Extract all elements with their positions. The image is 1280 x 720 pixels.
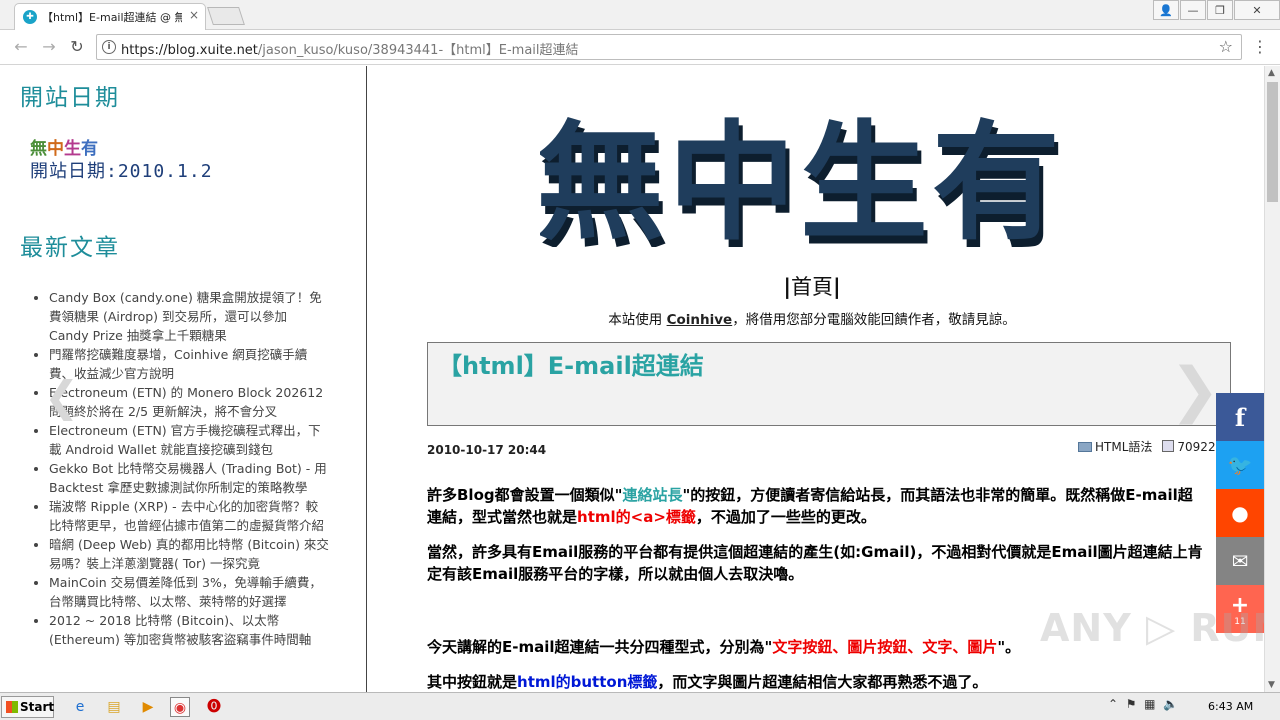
windows-taskbar: Start e ▤ ▶ ◉ ⓿ ⌃ ⚑ ▦ 🔈 6:43 AM xyxy=(0,692,1280,720)
volume-icon[interactable]: 🔈 xyxy=(1163,697,1178,711)
vertical-scrollbar[interactable]: ▲ ▼ xyxy=(1264,66,1280,692)
post-meta: HTML語法 70922 xyxy=(1078,438,1216,455)
user-profile-icon[interactable]: 👤 xyxy=(1153,0,1179,20)
email-share-button[interactable]: ✉ xyxy=(1216,537,1264,585)
tray-expand-icon[interactable]: ⌃ xyxy=(1108,697,1118,711)
start-button[interactable]: Start xyxy=(1,696,54,718)
blog-sidebar: 開站日期 無中生有 開站日期:2010.1.2 最新文章 Candy Box (… xyxy=(8,66,367,692)
file-explorer-icon[interactable]: ▤ xyxy=(104,697,124,717)
scroll-down-icon[interactable]: ▼ xyxy=(1268,680,1275,690)
article-link[interactable]: Gekko Bot 比特幣交易機器人 (Trading Bot) - 用 Bac… xyxy=(49,461,327,495)
list-item[interactable]: 瑞波幣 Ripple (XRP) - 去中心化的加密貨幣？較比特幣更早，也曾經佔… xyxy=(49,497,330,535)
paragraph: 其中按鈕就是html的button標籤，而文字與圖片超連結相信大家都再熟悉不過了… xyxy=(427,673,988,691)
scroll-thumb[interactable] xyxy=(1267,82,1278,202)
facebook-icon: f xyxy=(1234,402,1246,432)
minimize-button[interactable]: — xyxy=(1180,0,1206,20)
article-link[interactable]: Electroneum (ETN) 官方手機挖礦程式釋出，下載 Android … xyxy=(49,423,321,457)
post-views-count: 70922 xyxy=(1177,440,1216,454)
list-item[interactable]: 2012 ~ 2018 比特幣 (Bitcoin)、以太幣 (Ethereum)… xyxy=(49,611,330,649)
next-post-arrow-icon[interactable]: ❯ xyxy=(1170,355,1220,425)
tab-title: 【html】E-mail超連結 @ 無中生 xyxy=(42,11,182,24)
twitter-share-button[interactable]: 🐦 xyxy=(1216,441,1264,489)
paragraph: 許多Blog都會設置一個類似"連絡站長"的按鈕，方便讀者寄信給站長，而其語法也非… xyxy=(427,486,1193,526)
home-link[interactable]: 首頁 xyxy=(791,275,833,299)
blog-main: 無中生有 無中生有 |首頁| 本站使用 Coinhive，將借用您部分電腦效能回… xyxy=(368,66,1256,692)
list-item[interactable]: Candy Box (candy.one) 糖果盒開放提領了！免費領糖果 (Ai… xyxy=(49,288,330,345)
coinhive-notice: 本站使用 Coinhive，將借用您部分電腦效能回饋作者，敬請見諒。 xyxy=(608,312,1016,328)
url-host: https://blog.xuite.net xyxy=(121,43,258,58)
views-counter-icon xyxy=(1162,440,1175,452)
article-link[interactable]: 暗網 (Deep Web) 真的都用比特幣 (Bitcoin) 來交易嗎？裝上洋… xyxy=(49,537,329,571)
address-bar[interactable]: i https://blog.xuite.net/jason_kuso/kuso… xyxy=(96,34,1242,60)
url-text[interactable]: https://blog.xuite.net/jason_kuso/kuso/3… xyxy=(121,39,579,58)
twitter-icon: 🐦 xyxy=(1227,453,1253,477)
article-link[interactable]: 瑞波幣 Ripple (XRP) - 去中心化的加密貨幣？較比特幣更早，也曾經佔… xyxy=(49,499,324,533)
article-link[interactable]: 2012 ~ 2018 比特幣 (Bitcoin)、以太幣 (Ethereum)… xyxy=(49,613,311,647)
home-nav: |首頁| xyxy=(783,275,841,299)
launch-date-heading: 開站日期 xyxy=(20,85,120,111)
system-tray: ⌃ ⚑ ▦ 🔈 xyxy=(1108,697,1178,711)
list-item[interactable]: 門羅幣挖礦難度暴增，Coinhive 網頁挖礦手續費、收益減少官方說明 xyxy=(49,345,330,383)
article-link[interactable]: MainCoin 交易價差降低到 3%，免導輸手續費，台幣購買比特幣、以太幣、萊… xyxy=(49,575,322,609)
site-logo[interactable]: 無中生有 無中生有 xyxy=(540,111,1060,247)
article-link[interactable]: 門羅幣挖礦難度暴增，Coinhive 網頁挖礦手續費、收益減少官方說明 xyxy=(49,347,307,381)
reddit-share-button[interactable]: ● xyxy=(1216,489,1264,537)
post-title-box: 【html】E-mail超連結 ❯ xyxy=(427,342,1231,426)
media-player-icon[interactable]: ▶ xyxy=(138,697,158,717)
article-link[interactable]: Candy Box (candy.one) 糖果盒開放提領了！免費領糖果 (Ai… xyxy=(49,290,322,343)
post-body: 許多Blog都會設置一個類似"連絡站長"的按鈕，方便讀者寄信給站長，而其語法也非… xyxy=(427,484,1207,692)
anyrun-watermark: ANY ▷ RUN xyxy=(1040,606,1280,650)
windows-logo-icon xyxy=(6,701,18,713)
list-item[interactable]: Gekko Bot 比特幣交易機器人 (Trading Bot) - 用 Bac… xyxy=(49,459,330,497)
internet-explorer-icon[interactable]: e xyxy=(70,697,90,717)
badge-launch-date: 開站日期:2010.1.2 xyxy=(30,161,213,182)
network-icon[interactable]: ▦ xyxy=(1144,697,1155,711)
launch-date-badge-image: 無中生有 開站日期:2010.1.2 xyxy=(30,134,240,184)
window-controls: 👤 — ❐ ✕ xyxy=(1152,0,1280,22)
tab-close-icon[interactable]: × xyxy=(189,8,199,22)
maximize-button[interactable]: ❐ xyxy=(1207,0,1233,20)
facebook-share-button[interactable]: f xyxy=(1216,393,1264,441)
flag-icon[interactable]: ⚑ xyxy=(1126,697,1137,711)
browser-menu-icon[interactable]: ⋮ xyxy=(1250,37,1270,57)
back-button[interactable]: ← xyxy=(10,36,32,58)
list-item[interactable]: 暗網 (Deep Web) 真的都用比特幣 (Bitcoin) 來交易嗎？裝上洋… xyxy=(49,535,330,573)
forward-button[interactable]: → xyxy=(38,36,60,58)
browser-tab-strip: ✚ 【html】E-mail超連結 @ 無中生 × 👤 — ❐ ✕ xyxy=(0,0,1280,30)
list-item[interactable]: Electroneum (ETN) 的 Monero Block 202612 … xyxy=(49,383,330,421)
reload-button[interactable]: ↻ xyxy=(66,36,88,58)
logo-text: 無中生有 xyxy=(540,111,1060,247)
url-path: /jason_kuso/kuso/38943441-【html】E-mail超連… xyxy=(257,43,579,58)
site-info-icon[interactable]: i xyxy=(102,40,116,54)
latest-articles-heading: 最新文章 xyxy=(20,235,120,261)
post-category-link[interactable]: HTML語法 xyxy=(1095,440,1152,454)
reddit-icon: ● xyxy=(1231,501,1249,525)
chrome-icon[interactable]: ◉ xyxy=(170,697,190,717)
taskbar-clock[interactable]: 6:43 AM xyxy=(1208,700,1253,713)
latest-articles-list: Candy Box (candy.one) 糖果盒開放提領了！免費領糖果 (Ai… xyxy=(30,288,330,649)
new-tab-button[interactable] xyxy=(207,7,245,25)
paragraph: 當然，許多具有Email服務的平台都有提供這個超連結的產生(如:Gmail)，不… xyxy=(427,543,1203,583)
scroll-up-icon[interactable]: ▲ xyxy=(1268,68,1275,78)
page-viewport: 開站日期 無中生有 開站日期:2010.1.2 最新文章 Candy Box (… xyxy=(0,66,1280,692)
list-item[interactable]: Electroneum (ETN) 官方手機挖礦程式釋出，下載 Android … xyxy=(49,421,330,459)
browser-toolbar: ← → ↻ i https://blog.xuite.net/jason_kus… xyxy=(0,30,1280,65)
folder-icon xyxy=(1078,442,1092,452)
post-date: 2010-10-17 20:44 xyxy=(427,443,547,457)
security-alert-icon[interactable]: ⓿ xyxy=(204,697,224,717)
coinhive-link[interactable]: Coinhive xyxy=(667,312,733,328)
previous-post-arrow-icon[interactable]: ❮ xyxy=(44,372,79,421)
article-link[interactable]: Electroneum (ETN) 的 Monero Block 202612 … xyxy=(49,385,323,419)
badge-site-name: 無中生有 xyxy=(30,139,98,159)
post-title: 【html】E-mail超連結 xyxy=(438,352,704,380)
email-icon: ✉ xyxy=(1231,549,1249,573)
browser-tab[interactable]: ✚ 【html】E-mail超連結 @ 無中生 × xyxy=(14,3,206,30)
bookmark-star-icon[interactable]: ☆ xyxy=(1219,37,1233,56)
site-favicon-icon: ✚ xyxy=(23,10,37,24)
start-label: Start xyxy=(20,700,55,714)
list-item[interactable]: MainCoin 交易價差降低到 3%，免導輸手續費，台幣購買比特幣、以太幣、萊… xyxy=(49,573,330,611)
close-window-button[interactable]: ✕ xyxy=(1234,0,1280,20)
